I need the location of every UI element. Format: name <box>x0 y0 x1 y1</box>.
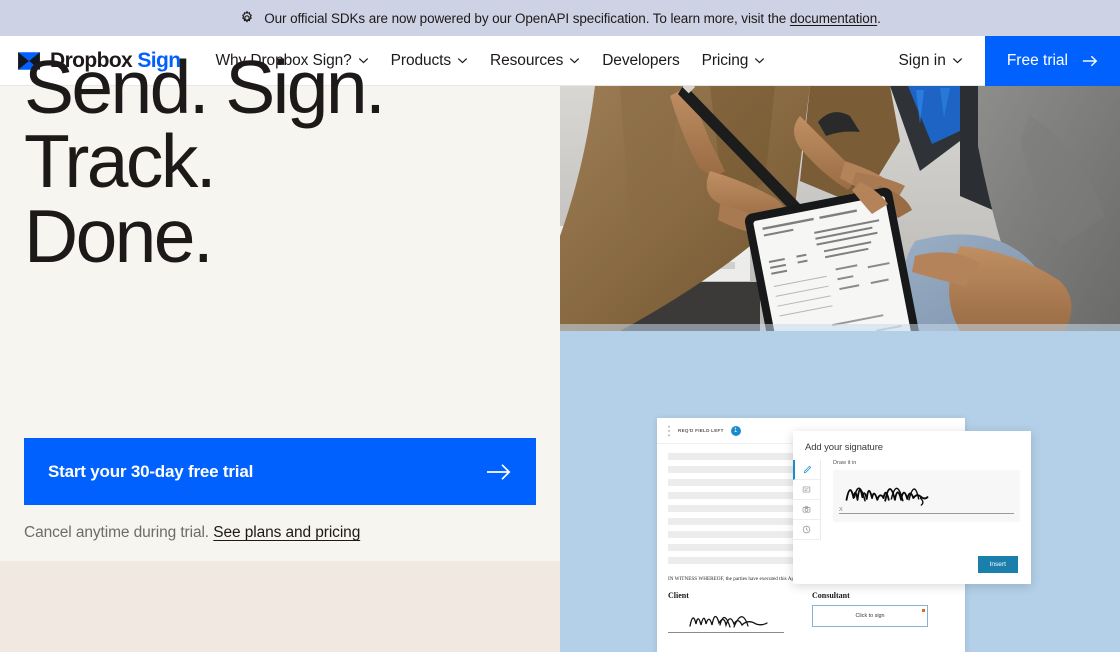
consultant-signature-column: Consultant Click to sign <box>812 591 928 633</box>
camera-icon <box>802 505 811 514</box>
add-signature-modal: Add your signature Draw it in X Insert <box>793 431 1031 584</box>
drawn-signature-icon <box>845 487 929 506</box>
headline-line-1: Send. Sign. <box>24 45 386 129</box>
cta-label: Start your 30-day free trial <box>48 461 254 481</box>
headline-line-2: Track. <box>24 119 217 204</box>
nav-item-pricing[interactable]: Pricing <box>691 46 777 76</box>
clock-icon <box>802 525 811 534</box>
hero-photo <box>560 86 1120 331</box>
nav-item-label: Resources <box>490 51 564 69</box>
chevron-down-icon <box>457 57 468 64</box>
draw-signature-area: Draw it in X <box>821 460 1031 540</box>
insert-signature-button[interactable]: Insert <box>977 556 1018 573</box>
tab-type-signature[interactable] <box>793 480 820 500</box>
start-free-trial-button[interactable]: Start your 30-day free trial <box>24 438 536 505</box>
chevron-down-icon <box>952 57 963 64</box>
required-field-count-badge: 1 <box>730 425 741 436</box>
sign-in-label: Sign in <box>898 51 946 69</box>
consultant-label: Consultant <box>812 591 850 600</box>
cancel-anytime-text: Cancel anytime during trial. <box>24 524 210 541</box>
announcement-text-before: Our official SDKs are now powered by our… <box>264 10 790 26</box>
draw-it-in-label: Draw it in <box>833 460 857 466</box>
chevron-down-icon <box>569 57 580 64</box>
free-trial-label: Free trial <box>1006 51 1068 69</box>
client-label: Client <box>668 591 689 600</box>
nav-item-products[interactable]: Products <box>380 46 479 76</box>
hero-photo-illustration <box>560 86 1120 331</box>
gear-icon <box>239 10 255 26</box>
click-to-sign-label: Click to sign <box>855 613 885 619</box>
client-signature-icon <box>689 615 768 628</box>
signature-baseline <box>839 513 1014 514</box>
client-signature-rule <box>668 632 784 633</box>
modal-body: Draw it in X <box>793 460 1031 540</box>
grip-dots-icon <box>667 425 671 437</box>
tab-saved-signature[interactable] <box>793 520 820 540</box>
cta-subtext: Cancel anytime during trial. See plans a… <box>24 524 360 542</box>
announcement-text-after: . <box>877 10 881 26</box>
nav-item-label: Developers <box>602 51 680 69</box>
see-plans-and-pricing-link[interactable]: See plans and pricing <box>213 524 360 541</box>
page-root: Our official SDKs are now powered by our… <box>0 0 1120 652</box>
nav-item-label: Pricing <box>701 51 749 69</box>
announcement-text: Our official SDKs are now powered by our… <box>264 11 881 26</box>
product-mockup-panel: REQ'D FIELD LEFT 1 IN WITNESS WHEREOF, t… <box>560 331 1120 652</box>
modal-title: Add your signature <box>805 442 883 453</box>
click-to-sign-field[interactable]: Click to sign <box>812 605 928 627</box>
page-title: Send. Sign. Track. Done. <box>24 50 386 274</box>
arrow-right-icon <box>1082 54 1098 68</box>
pen-icon <box>803 465 812 474</box>
signature-method-tabs <box>793 460 821 540</box>
chevron-down-icon <box>754 57 765 64</box>
nav-item-resources[interactable]: Resources <box>479 46 591 76</box>
nav-right-actions: Sign in Free trial <box>888 35 1120 86</box>
arrow-right-icon <box>486 462 512 482</box>
required-field-label: REQ'D FIELD LEFT <box>678 428 724 433</box>
free-trial-button[interactable]: Free trial <box>984 35 1120 86</box>
tab-draw-signature[interactable] <box>793 460 820 480</box>
signature-columns: Client Consultant Click to sign <box>668 591 954 633</box>
sign-in-menu[interactable]: Sign in <box>888 46 972 76</box>
announcement-banner: Our official SDKs are now powered by our… <box>0 0 1120 36</box>
client-signature-column: Client <box>668 591 784 633</box>
nav-item-label: Products <box>390 51 452 69</box>
required-flag-icon <box>921 608 925 612</box>
headline-line-3: Done. <box>24 193 214 278</box>
type-text-icon <box>802 485 811 494</box>
signature-canvas[interactable]: X <box>833 470 1020 522</box>
hero-left-panel-bottom <box>0 561 560 652</box>
documentation-link[interactable]: documentation <box>790 11 877 26</box>
nav-item-developers[interactable]: Developers <box>591 46 690 76</box>
tab-upload-photo-signature[interactable] <box>793 500 820 520</box>
